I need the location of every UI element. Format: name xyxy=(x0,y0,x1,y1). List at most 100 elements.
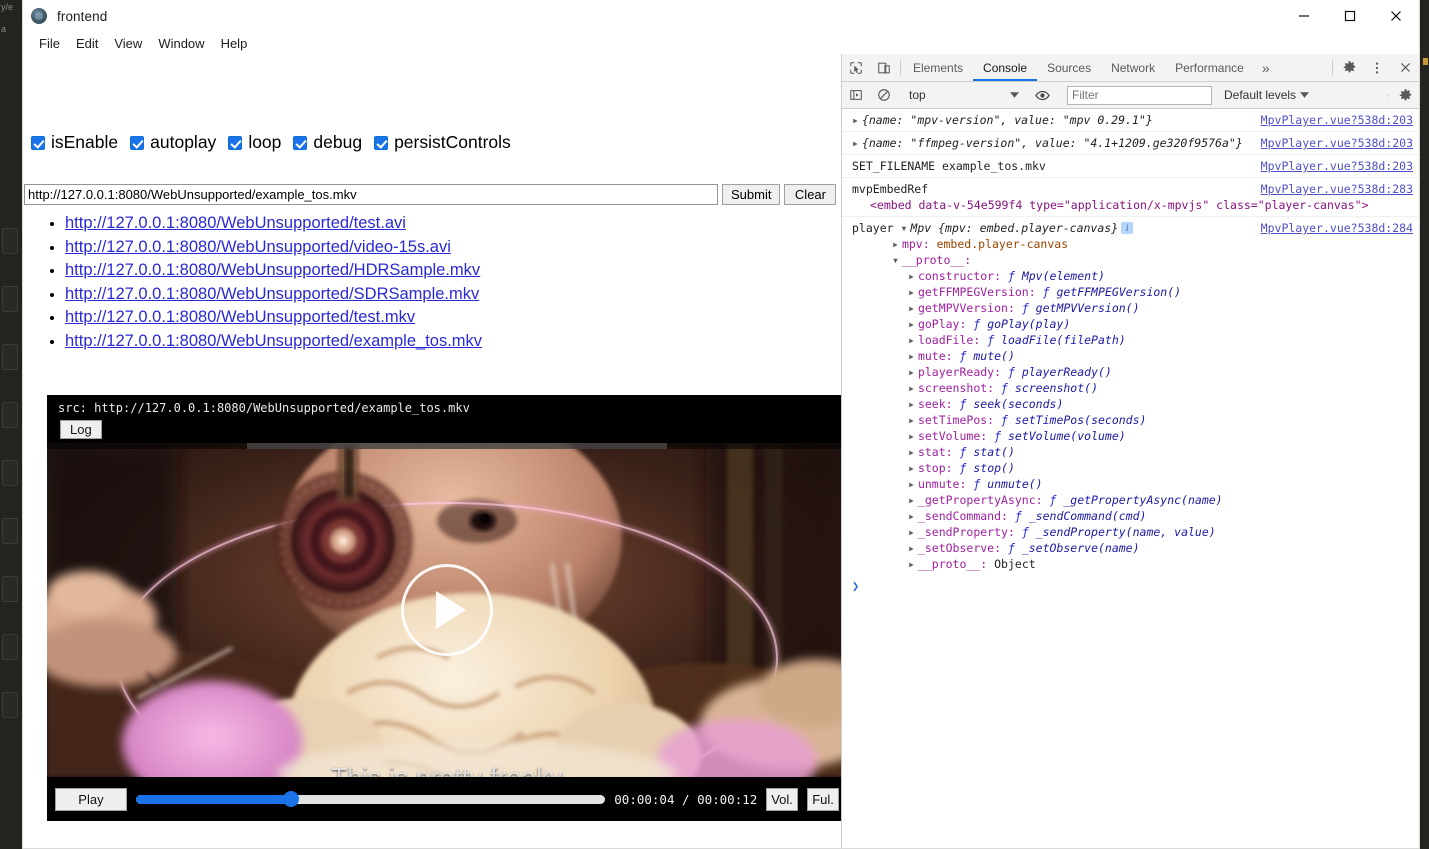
execution-context-select[interactable]: top xyxy=(903,86,1023,105)
object-property-row[interactable]: ▸ getMPVVersion: ƒ getMPVVersion() xyxy=(852,300,1253,316)
device-toolbar-button[interactable] xyxy=(870,54,898,81)
devtools-close-button[interactable] xyxy=(1391,54,1419,81)
console-row[interactable]: ▸ {name: "ffmpeg-version", value: "4.1+12… xyxy=(842,132,1419,155)
console-source-link[interactable]: MpvPlayer.vue?538d:203 xyxy=(1261,135,1413,151)
object-property-row[interactable]: ▸ seek: ƒ seek(seconds) xyxy=(852,396,1253,412)
expand-arrow-icon[interactable]: ▸ xyxy=(908,540,915,556)
expand-arrow-icon[interactable]: ▸ xyxy=(908,364,915,380)
tab-console[interactable]: Console xyxy=(973,54,1037,81)
link-video-15s-avi[interactable]: http://127.0.0.1:8080/WebUnsupported/vid… xyxy=(65,238,451,256)
checkbox-persistcontrols[interactable]: persistControls xyxy=(374,132,511,153)
expand-arrow-icon[interactable]: ▸ xyxy=(908,524,915,540)
expand-arrow-icon[interactable]: ▸ xyxy=(908,348,915,364)
url-input[interactable] xyxy=(24,184,718,205)
object-property-row[interactable]: ▸ playerReady: ƒ playerReady() xyxy=(852,364,1253,380)
object-property-row[interactable]: ▸ __proto__: Object xyxy=(852,556,1253,572)
console-row[interactable]: mvpEmbedRef <embed data-v-54e599f4 type=… xyxy=(842,178,1419,217)
expand-arrow-icon[interactable]: ▸ xyxy=(908,316,915,332)
object-property-row[interactable]: ▸ mpv: embed.player-canvas xyxy=(852,236,1253,252)
inspect-element-button[interactable] xyxy=(842,54,870,81)
maximize-button[interactable] xyxy=(1327,0,1373,32)
object-property-row[interactable]: ▸ _getPropertyAsync: ƒ _getPropertyAsync(… xyxy=(852,492,1253,508)
minimize-button[interactable] xyxy=(1281,0,1327,32)
link-sdrsample-mkv[interactable]: http://127.0.0.1:8080/WebUnsupported/SDR… xyxy=(65,285,479,303)
console-source-link[interactable]: MpvPlayer.vue?538d:203 xyxy=(1261,112,1413,128)
devtools-settings-button[interactable] xyxy=(1335,54,1363,81)
object-property-row[interactable]: ▸ screenshot: ƒ screenshot() xyxy=(852,380,1253,396)
object-property-row[interactable]: ▸ getFFMPEGVersion: ƒ getFFMPEGVersion() xyxy=(852,284,1253,300)
console-source-link[interactable]: MpvPlayer.vue?538d:284 xyxy=(1261,220,1413,236)
object-property-row[interactable]: ▸ setTimePos: ƒ setTimePos(seconds) xyxy=(852,412,1253,428)
clear-button[interactable]: Clear xyxy=(784,184,837,205)
checkbox-isenable-input[interactable] xyxy=(31,135,45,150)
expand-arrow-icon[interactable]: ▸ xyxy=(852,112,859,128)
expand-arrow-icon[interactable]: ▸ xyxy=(908,444,915,460)
link-hdrsample-mkv[interactable]: http://127.0.0.1:8080/WebUnsupported/HDR… xyxy=(65,261,480,279)
object-property-row[interactable]: ▸ goPlay: ƒ goPlay(play) xyxy=(852,316,1253,332)
object-property-row[interactable]: ▸ _setObserve: ƒ _setObserve(name) xyxy=(852,540,1253,556)
devtools-more-button[interactable] xyxy=(1363,54,1391,81)
close-button[interactable] xyxy=(1373,0,1419,32)
object-property-row[interactable]: ▸ unmute: ƒ unmute() xyxy=(852,476,1253,492)
play-overlay-button[interactable] xyxy=(401,564,493,656)
tab-performance[interactable]: Performance xyxy=(1165,54,1254,81)
checkbox-autoplay[interactable]: autoplay xyxy=(130,132,216,153)
log-button[interactable]: Log xyxy=(60,420,102,439)
expand-arrow-icon[interactable]: ▸ xyxy=(908,300,915,316)
checkbox-debug[interactable]: debug xyxy=(293,132,362,153)
checkbox-loop[interactable]: loop xyxy=(228,132,281,153)
object-property-row[interactable]: ▸ constructor: ƒ Mpv(element) xyxy=(852,268,1253,284)
console-filter-input[interactable] xyxy=(1067,85,1212,105)
tab-elements[interactable]: Elements xyxy=(903,54,973,81)
console-prompt[interactable]: ❯ xyxy=(842,575,1419,597)
expand-arrow-icon[interactable]: ▸ xyxy=(908,412,915,428)
expand-arrow-icon[interactable]: ▸ xyxy=(908,332,915,348)
volume-button[interactable]: Vol. xyxy=(766,787,799,811)
menu-window[interactable]: Window xyxy=(150,34,212,53)
expand-arrow-icon[interactable]: ▸ xyxy=(908,268,915,284)
console-row[interactable]: player ▾ Mpv {mpv: embed.player-canvas} i … xyxy=(842,217,1419,575)
object-property-row[interactable]: ▸ _sendCommand: ƒ _sendCommand(cmd) xyxy=(852,508,1253,524)
tab-sources[interactable]: Sources xyxy=(1037,54,1101,81)
tab-network[interactable]: Network xyxy=(1101,54,1165,81)
object-property-row[interactable]: ▸ setVolume: ƒ setVolume(volume) xyxy=(852,428,1253,444)
expand-arrow-icon[interactable]: ▸ xyxy=(908,460,915,476)
menu-file[interactable]: File xyxy=(31,34,68,53)
expand-arrow-icon[interactable]: ▸ xyxy=(892,236,899,252)
console-sidebar-button[interactable] xyxy=(842,88,870,102)
menu-help[interactable]: Help xyxy=(213,34,256,53)
clear-console-button[interactable] xyxy=(870,88,898,102)
expand-arrow-icon[interactable]: ▸ xyxy=(908,284,915,300)
video-stage[interactable]: This is pretty freaky xyxy=(47,443,841,777)
console-settings-button[interactable] xyxy=(1391,88,1419,103)
live-expression-button[interactable] xyxy=(1028,88,1056,103)
console-source-link[interactable]: MpvPlayer.vue?538d:283 xyxy=(1261,181,1413,197)
link-test-avi[interactable]: http://127.0.0.1:8080/WebUnsupported/tes… xyxy=(65,214,406,232)
object-property-row[interactable]: ▾ __proto__: xyxy=(852,252,1253,268)
checkbox-persistcontrols-input[interactable] xyxy=(374,135,389,150)
object-property-row[interactable]: ▸ _sendProperty: ƒ _sendProperty(name, va… xyxy=(852,524,1253,540)
console-row[interactable]: ▸ {name: "mpv-version", value: "mpv 0.29.… xyxy=(842,109,1419,132)
link-example-tos-mkv[interactable]: http://127.0.0.1:8080/WebUnsupported/exa… xyxy=(65,332,482,350)
expand-arrow-icon[interactable]: ▸ xyxy=(908,556,915,572)
log-levels-select[interactable]: Default levels xyxy=(1218,88,1315,102)
info-badge-icon[interactable]: i xyxy=(1121,222,1134,234)
object-property-row[interactable]: ▸ mute: ƒ mute() xyxy=(852,348,1253,364)
collapse-arrow-icon[interactable]: ▾ xyxy=(900,220,907,236)
object-property-row[interactable]: ▸ stop: ƒ stop() xyxy=(852,460,1253,476)
console-row[interactable]: SET_FILENAME example_tos.mkv MpvPlayer.v… xyxy=(842,155,1419,178)
console-source-link[interactable]: MpvPlayer.vue?538d:203 xyxy=(1261,158,1413,174)
link-test-mkv[interactable]: http://127.0.0.1:8080/WebUnsupported/tes… xyxy=(65,308,415,326)
menu-edit[interactable]: Edit xyxy=(68,34,106,53)
expand-arrow-icon[interactable]: ▾ xyxy=(892,252,899,268)
checkbox-debug-input[interactable] xyxy=(293,135,308,150)
expand-arrow-icon[interactable]: ▸ xyxy=(908,492,915,508)
console-output[interactable]: ▸ {name: "mpv-version", value: "mpv 0.29.… xyxy=(842,109,1419,848)
expand-arrow-icon[interactable]: ▸ xyxy=(908,508,915,524)
expand-arrow-icon[interactable]: ▸ xyxy=(908,428,915,444)
more-tabs-button[interactable]: » xyxy=(1254,54,1278,81)
seek-knob[interactable] xyxy=(282,791,299,807)
expand-arrow-icon[interactable]: ▸ xyxy=(908,380,915,396)
expand-arrow-icon[interactable]: ▸ xyxy=(908,476,915,492)
submit-button[interactable]: Submit xyxy=(722,184,781,205)
